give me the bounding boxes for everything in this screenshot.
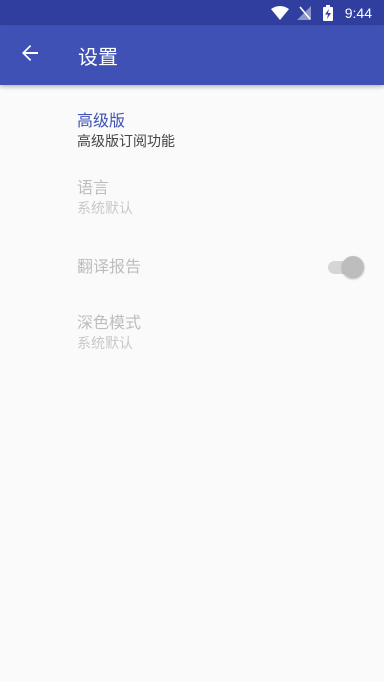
pref-dark-mode-title: 深色模式 (77, 313, 142, 332)
translation-report-toggle[interactable] (328, 256, 364, 278)
page-title: 设置 (78, 44, 118, 69)
pref-premium-summary: 高级版订阅功能 (77, 134, 175, 150)
app-bar: 设置 (0, 25, 384, 85)
status-time: 9:44 (344, 4, 372, 21)
settings-list: 高级版 高级版订阅功能 语言 系统默认 翻译报告 深色模式 系统默认 (0, 85, 384, 682)
toggle-thumb (342, 256, 364, 278)
pref-premium-title: 高级版 (77, 111, 126, 130)
pref-language-summary: 系统默认 (77, 201, 133, 217)
pref-dark-mode[interactable]: 深色模式 系统默认 (0, 313, 384, 354)
pref-language[interactable]: 语言 系统默认 (0, 178, 384, 219)
wifi-icon (270, 5, 289, 21)
pref-dark-mode-summary: 系统默认 (77, 336, 133, 352)
pref-language-title: 语言 (77, 178, 110, 197)
pref-translation-report[interactable]: 翻译报告 (0, 247, 384, 287)
pref-translation-report-title: 翻译报告 (77, 257, 142, 276)
status-bar: 9:44 (0, 0, 384, 25)
pref-premium[interactable]: 高级版 高级版订阅功能 (0, 111, 384, 152)
no-signal-icon (295, 5, 313, 21)
arrow-left-icon (21, 44, 39, 66)
battery-charging-icon (319, 4, 337, 21)
back-button[interactable] (0, 25, 60, 85)
